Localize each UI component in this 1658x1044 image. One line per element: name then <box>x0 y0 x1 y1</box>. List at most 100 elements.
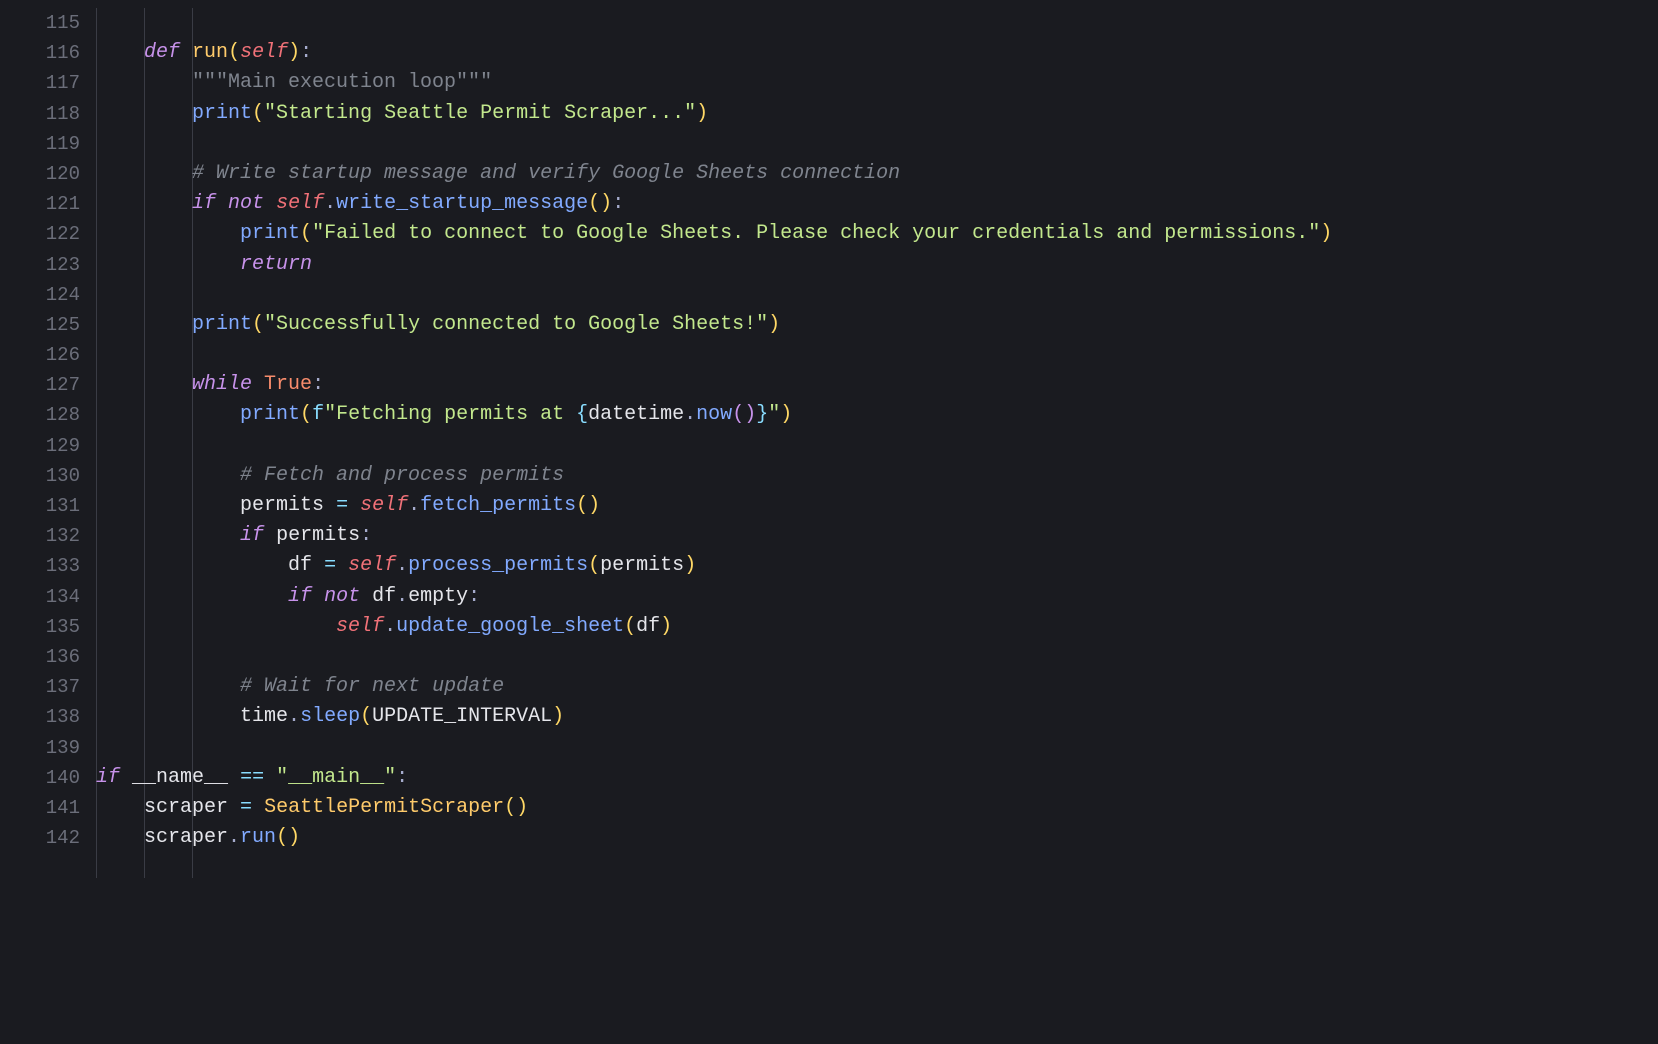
code-content-area[interactable]: def run(self): """Main execution loop"""… <box>92 0 1658 1036</box>
code-token: == <box>240 766 264 789</box>
code-token: print <box>192 313 252 336</box>
code-token: if <box>288 585 312 608</box>
code-token: ( <box>252 102 264 125</box>
code-line[interactable]: # Write startup message and verify Googl… <box>92 159 1658 189</box>
line-number: 124 <box>0 280 80 310</box>
code-line[interactable]: self.update_google_sheet(df) <box>92 612 1658 642</box>
code-token: self <box>348 554 396 577</box>
line-number: 119 <box>0 129 80 159</box>
code-token: . <box>384 615 396 638</box>
code-line[interactable]: while True: <box>92 370 1658 400</box>
code-token <box>228 766 240 789</box>
code-line[interactable]: df = self.process_permits(permits) <box>92 551 1658 581</box>
code-line[interactable]: """Main execution loop""" <box>92 68 1658 98</box>
code-token <box>96 403 240 426</box>
code-token: : <box>468 585 480 608</box>
code-token: if <box>240 524 264 547</box>
code-token: df <box>636 615 660 638</box>
code-token <box>252 796 264 819</box>
code-line[interactable]: return <box>92 250 1658 280</box>
code-token: = <box>324 554 336 577</box>
code-token: . <box>396 554 408 577</box>
code-line[interactable]: print("Failed to connect to Google Sheet… <box>92 219 1658 249</box>
line-number: 118 <box>0 99 80 129</box>
code-token: f <box>312 403 324 426</box>
code-token: ) <box>288 41 300 64</box>
code-token: ( <box>300 222 312 245</box>
code-line[interactable]: if permits: <box>92 521 1658 551</box>
code-token: ) <box>660 615 672 638</box>
code-token: . <box>324 192 336 215</box>
code-token: permits <box>600 554 684 577</box>
code-token: while <box>192 373 252 396</box>
code-token: datetime <box>588 403 684 426</box>
code-token: = <box>336 494 348 517</box>
code-token: if <box>192 192 216 215</box>
code-token: permits <box>276 524 360 547</box>
code-line[interactable]: if __name__ == "__main__": <box>92 763 1658 793</box>
code-token <box>348 494 360 517</box>
code-token <box>264 192 276 215</box>
code-token: time <box>240 705 288 728</box>
code-token: update_google_sheet <box>396 615 624 638</box>
code-line[interactable]: scraper.run() <box>92 823 1658 853</box>
code-line[interactable]: if not df.empty: <box>92 582 1658 612</box>
code-line[interactable] <box>92 642 1658 672</box>
line-number: 138 <box>0 702 80 732</box>
code-editor[interactable]: 1151161171181191201211221231241251261271… <box>0 0 1658 1036</box>
code-token: fetch_permits <box>420 494 576 517</box>
code-line[interactable]: if not self.write_startup_message(): <box>92 189 1658 219</box>
line-number: 132 <box>0 521 80 551</box>
code-token <box>216 192 228 215</box>
line-number: 115 <box>0 8 80 38</box>
code-token: sleep <box>300 705 360 728</box>
line-number: 125 <box>0 310 80 340</box>
code-line[interactable]: time.sleep(UPDATE_INTERVAL) <box>92 702 1658 732</box>
code-token: . <box>408 494 420 517</box>
code-token: ) <box>1320 222 1332 245</box>
code-token: : <box>300 41 312 64</box>
code-token: : <box>360 524 372 547</box>
code-line[interactable] <box>92 431 1658 461</box>
code-line[interactable] <box>92 733 1658 763</box>
code-token: : <box>312 373 324 396</box>
code-line[interactable]: def run(self): <box>92 38 1658 68</box>
line-number: 117 <box>0 68 80 98</box>
code-line[interactable] <box>92 340 1658 370</box>
code-token: ( <box>252 313 264 336</box>
line-number: 136 <box>0 642 80 672</box>
code-line[interactable]: print("Starting Seattle Permit Scraper..… <box>92 99 1658 129</box>
code-token <box>120 766 132 789</box>
code-token <box>96 71 192 94</box>
code-token <box>96 494 240 517</box>
code-token <box>96 102 192 125</box>
code-line[interactable] <box>92 8 1658 38</box>
line-number: 120 <box>0 159 80 189</box>
code-token: . <box>396 585 408 608</box>
code-line[interactable]: print("Successfully connected to Google … <box>92 310 1658 340</box>
code-token: . <box>288 705 300 728</box>
code-token: ) <box>516 796 528 819</box>
code-token: = <box>240 796 252 819</box>
code-line[interactable] <box>92 129 1658 159</box>
code-token <box>96 524 240 547</box>
code-token: ( <box>228 41 240 64</box>
code-line[interactable]: scraper = SeattlePermitScraper() <box>92 793 1658 823</box>
code-token <box>96 826 144 849</box>
code-line[interactable]: # Wait for next update <box>92 672 1658 702</box>
code-token: ) <box>600 192 612 215</box>
code-token <box>96 373 192 396</box>
code-line[interactable]: # Fetch and process permits <box>92 461 1658 491</box>
code-token <box>96 554 288 577</box>
code-token: ( <box>504 796 516 819</box>
line-number: 139 <box>0 733 80 763</box>
code-line[interactable]: print(f"Fetching permits at {datetime.no… <box>92 400 1658 430</box>
code-token <box>96 585 288 608</box>
line-number: 129 <box>0 431 80 461</box>
code-line[interactable]: permits = self.fetch_permits() <box>92 491 1658 521</box>
code-token <box>96 313 192 336</box>
code-line[interactable] <box>92 280 1658 310</box>
code-token: # Write startup message and verify Googl… <box>192 162 900 185</box>
line-number: 128 <box>0 400 80 430</box>
line-number: 134 <box>0 582 80 612</box>
